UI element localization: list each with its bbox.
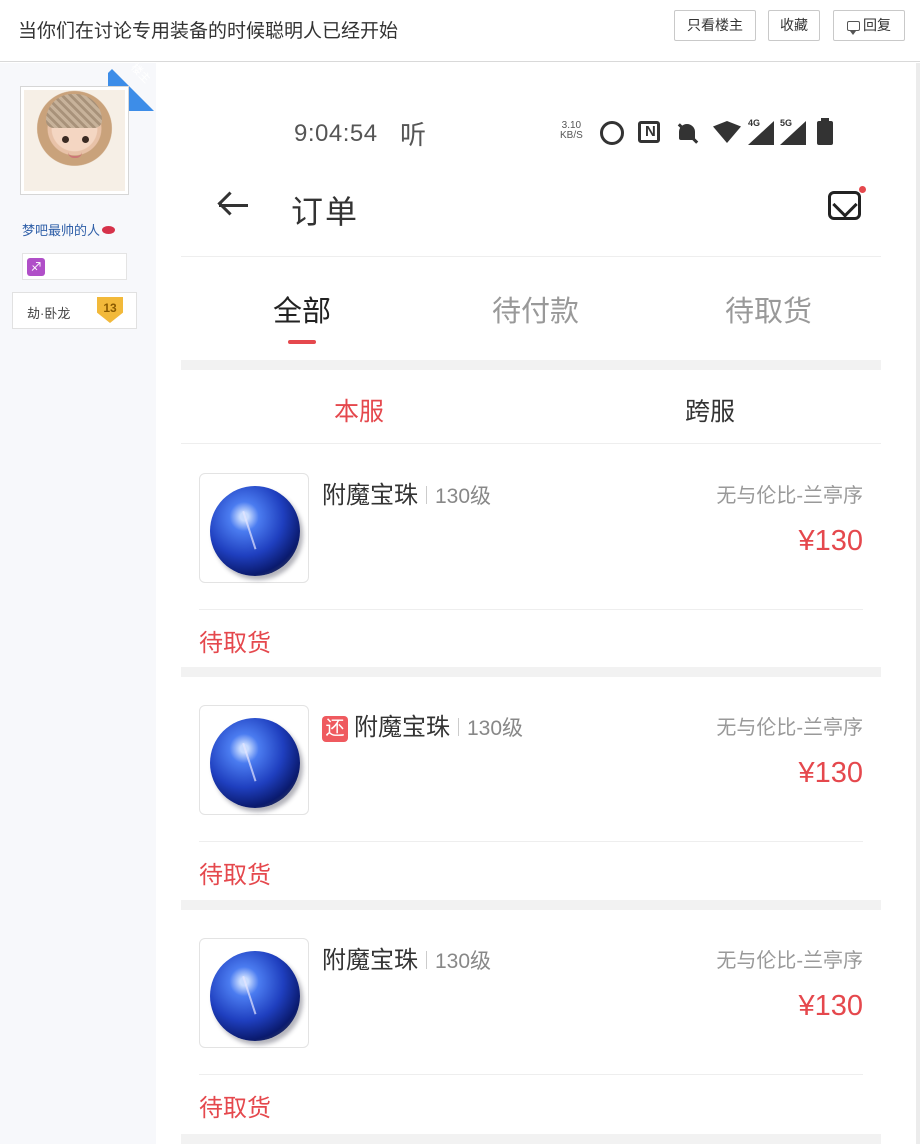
enchant-orb-icon [210,951,300,1041]
avatar[interactable] [20,86,129,195]
reply-button[interactable]: 回复 [833,10,905,41]
reply-icon [847,21,860,35]
section-separator [181,360,881,370]
level-name: 劫·卧龙 [27,306,71,321]
phone-screenshot: 9:04:54 听 3.10 KB/S 4G 5G 订单 全部 待付款 待取货 … [156,63,916,1144]
tab-pending-pickup[interactable]: 待取货 [725,288,812,330]
author-name-link[interactable]: 梦吧最帅的人 [22,220,116,239]
status-time: 9:04:54 [294,120,378,147]
net-4g-label: 4G [748,118,761,128]
thread-header: 当你们在讨论专用装备的时候聪明人已经开始 只看楼主 收藏 回复 [0,0,920,62]
item-server: 无与伦比-兰亭序 [716,950,863,972]
subtab-cross-server[interactable]: 跨服 [685,392,735,428]
network-speed: 3.10 KB/S [560,121,583,141]
enchant-orb-icon [210,718,300,808]
item-name-line: 还附魔宝珠 130级 [322,707,523,742]
page-title: 订单 [291,194,360,230]
item-thumbnail [199,473,309,583]
item-price: ¥130 [798,990,863,1022]
item-thumbnail [199,705,309,815]
level-badge: 13 [97,297,123,323]
alarm-icon [600,121,624,145]
item-name: 附魔宝珠 [354,714,450,741]
bargain-badge: 还 [322,716,348,742]
section-separator [181,667,881,677]
status-bar: 9:04:54 听 3.10 KB/S 4G 5G [156,115,916,151]
wifi-icon [713,121,741,143]
item-name-line: 附魔宝珠 130级 [322,475,491,510]
order-card[interactable]: 附魔宝珠 130级 无与伦比-兰亭序 ¥130 待取货 [181,445,881,671]
author-name: 梦吧最帅的人 [22,223,101,238]
section-separator [181,900,881,910]
unread-dot [859,186,866,193]
net-5g-label: 5G [780,118,793,128]
item-price: ¥130 [798,757,863,789]
card-divider [199,1074,863,1075]
enchant-orb-icon [210,486,300,576]
avatar-image [24,90,125,191]
item-server: 无与伦比-兰亭序 [716,485,863,507]
nav-bar: 订单 [181,167,881,257]
server-subtabs: 本服 跨服 [181,370,881,444]
only-owner-button[interactable]: 只看楼主 [674,10,756,41]
section-separator [181,1134,881,1144]
subtab-local-server[interactable]: 本服 [334,392,384,428]
mute-bell-icon [676,121,700,145]
lips-icon [102,226,116,234]
item-price: ¥130 [798,525,863,557]
thread-title: 当你们在讨论专用装备的时候聪明人已经开始 [18,21,399,42]
item-level: 130级 [435,485,492,508]
tab-all[interactable]: 全部 [273,288,331,330]
item-level: 130级 [467,717,524,740]
item-name: 附魔宝珠 [322,947,418,974]
reply-label: 回复 [863,17,891,33]
item-level: 130级 [435,950,492,973]
item-server: 无与伦比-兰亭序 [716,717,863,739]
message-icon[interactable] [828,186,866,220]
zodiac-medal-box: ♐ [22,253,127,280]
active-tab-indicator [288,340,316,344]
forum-level-box[interactable]: 劫·卧龙 13 [12,292,137,329]
back-arrow-icon[interactable] [217,189,249,221]
order-status: 待取货 [199,630,271,657]
favorite-button[interactable]: 收藏 [768,10,820,41]
page-right-edge [916,63,920,1144]
owner-tag-label: 楼主 [128,63,153,86]
card-divider [199,609,863,610]
nfc-icon [638,121,660,143]
order-status: 待取货 [199,1095,271,1122]
order-status: 待取货 [199,862,271,889]
network-speed-unit: KB/S [560,130,583,141]
order-card[interactable]: 附魔宝珠 130级 无与伦比-兰亭序 ¥130 待取货 [181,910,881,1136]
app-notification-glyph: 听 [400,120,427,150]
order-tabs: 全部 待付款 待取货 [181,258,881,360]
item-name: 附魔宝珠 [322,482,418,509]
order-card[interactable]: 还附魔宝珠 130级 无与伦比-兰亭序 ¥130 待取货 [181,677,881,903]
card-divider [199,841,863,842]
item-thumbnail [199,938,309,1048]
item-name-line: 附魔宝珠 130级 [322,940,491,975]
sagittarius-icon[interactable]: ♐ [27,258,45,276]
tab-pending-payment[interactable]: 待付款 [492,288,579,330]
battery-icon [817,118,833,145]
